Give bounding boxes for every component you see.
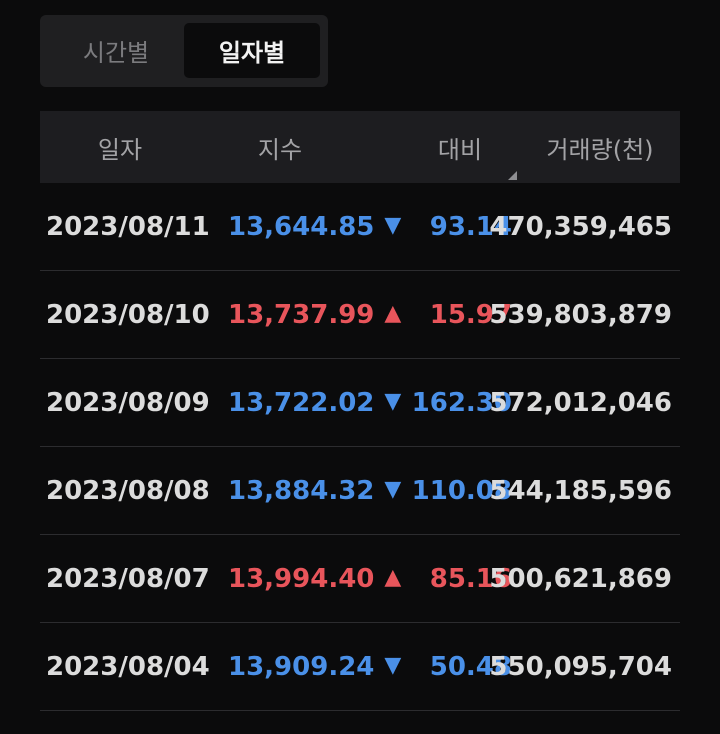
sort-corner-icon[interactable] [508, 171, 517, 180]
row-index: 13,737.99 ▲ [228, 271, 401, 358]
row-date: 2023/08/09 [46, 387, 210, 418]
table-row[interactable]: 2023/08/08 13,884.32 ▼ 110.08 544,185,596 [40, 447, 680, 535]
table-row[interactable]: 2023/08/04 13,909.24 ▼ 50.48 550,095,704 [40, 623, 680, 711]
table-row[interactable]: 2023/08/09 13,722.02 ▼ 162.30 572,012,046 [40, 359, 680, 447]
row-volume: 572,012,046 [489, 387, 672, 418]
toggle-option-hourly[interactable]: 시간별 [48, 23, 184, 78]
row-index-value: 13,884.32 [228, 475, 375, 506]
row-index-value: 13,644.85 [228, 211, 375, 242]
table-row[interactable]: 2023/08/11 13,644.85 ▼ 93.14 470,359,465 [40, 183, 680, 271]
header-change[interactable]: 대비 [360, 111, 520, 183]
down-triangle-icon: ▼ [384, 213, 402, 238]
row-volume: 544,185,596 [489, 475, 672, 506]
row-index-value: 13,909.24 [228, 651, 375, 682]
row-index: 13,884.32 ▼ [228, 447, 401, 534]
row-index: 13,994.40 ▲ [228, 535, 401, 622]
down-triangle-icon: ▼ [384, 653, 402, 678]
up-triangle-icon: ▲ [384, 565, 402, 590]
row-index: 13,644.85 ▼ [228, 183, 401, 270]
header-index[interactable]: 지수 [200, 111, 360, 183]
row-volume: 500,621,869 [489, 563, 672, 594]
table-row[interactable]: 2023/08/10 13,737.99 ▲ 15.97 539,803,879 [40, 271, 680, 359]
row-volume: 539,803,879 [489, 299, 672, 330]
down-triangle-icon: ▼ [384, 389, 402, 414]
row-date: 2023/08/11 [46, 211, 210, 242]
row-index-value: 13,737.99 [228, 299, 375, 330]
table-row[interactable]: 2023/08/07 13,994.40 ▲ 85.16 500,621,869 [40, 535, 680, 623]
row-index: 13,909.24 ▼ [228, 623, 401, 710]
header-date[interactable]: 일자 [40, 111, 200, 183]
header-volume[interactable]: 거래량(천) [520, 111, 680, 183]
row-date: 2023/08/07 [46, 563, 210, 594]
daily-index-table: 2023/08/11 13,644.85 ▼ 93.14 470,359,465 2023… [40, 183, 680, 711]
period-toggle: 시간별 일자별 [40, 15, 328, 87]
row-date: 2023/08/10 [46, 299, 210, 330]
up-triangle-icon: ▲ [384, 301, 402, 326]
toggle-option-daily[interactable]: 일자별 [184, 23, 320, 78]
row-index-value: 13,722.02 [228, 387, 375, 418]
row-index: 13,722.02 ▼ [228, 359, 401, 446]
row-volume: 470,359,465 [489, 211, 672, 242]
row-date: 2023/08/08 [46, 475, 210, 506]
row-index-value: 13,994.40 [228, 563, 375, 594]
row-volume: 550,095,704 [489, 651, 672, 682]
table-header: 일자 지수 대비 거래량(천) [40, 111, 680, 183]
row-date: 2023/08/04 [46, 651, 210, 682]
down-triangle-icon: ▼ [384, 477, 402, 502]
